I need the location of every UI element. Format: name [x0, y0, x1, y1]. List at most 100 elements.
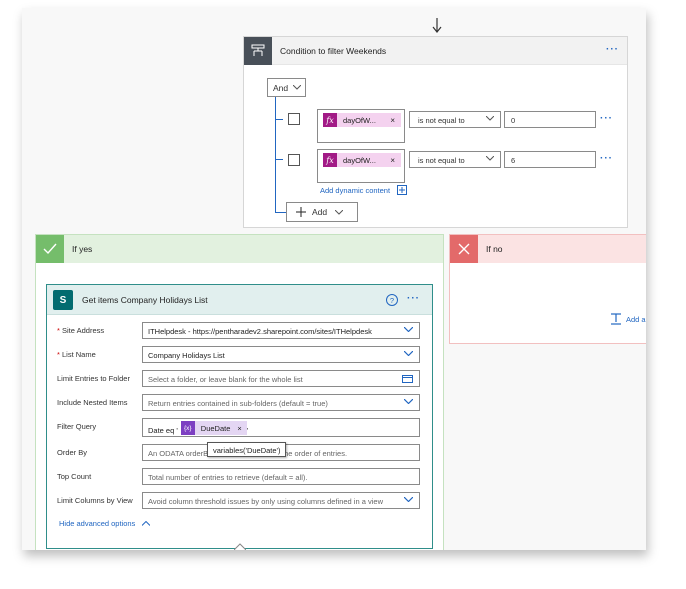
value-field[interactable]: 0 [504, 111, 596, 128]
and-operator-dropdown[interactable]: And [267, 78, 306, 97]
add-action-icon[interactable] [610, 313, 622, 325]
row-more-button[interactable]: ··· [600, 153, 613, 164]
function-icon: fx [323, 153, 337, 167]
remove-token-icon[interactable]: × [237, 424, 241, 433]
and-operator-label: And [273, 83, 289, 93]
variable-tooltip: variables('DueDate') [207, 442, 287, 457]
expression-field[interactable]: fx dayOfW... × [317, 109, 405, 143]
chevron-down-icon [404, 327, 413, 332]
order-by-label: Order By [57, 448, 88, 457]
chevron-down-icon [404, 351, 413, 356]
required-marker: * [57, 326, 60, 335]
remove-token-icon[interactable]: × [390, 156, 395, 165]
list-name-label: * List Name [57, 350, 96, 359]
chevron-up-icon [142, 520, 151, 526]
folder-icon[interactable] [402, 374, 413, 383]
if-no-branch: If no Add a [449, 234, 646, 344]
chevron-down-icon [293, 85, 301, 90]
condition-more-button[interactable]: ··· [606, 44, 619, 55]
limit-folder-label: Limit Entries to Folder [57, 374, 130, 383]
hide-advanced-options-link[interactable]: Hide advanced options [59, 519, 151, 528]
help-glyph: ? [389, 295, 395, 305]
list-name-value: Company Holidays List [148, 351, 225, 360]
comparison-dropdown[interactable]: is not equal to [409, 151, 501, 168]
filter-query-label: Filter Query [57, 422, 97, 431]
comparison-label: is not equal to [418, 156, 465, 165]
filter-query-prefix: Date eq ' [148, 425, 178, 435]
checkmark-icon [36, 235, 64, 263]
list-name-dropdown[interactable]: Company Holidays List [142, 346, 420, 363]
add-dynamic-content-link[interactable]: Add dynamic content [320, 186, 390, 195]
include-nested-label: Include Nested Items [57, 398, 128, 407]
order-by-placeholder-end: the order of entries. [282, 449, 348, 458]
get-items-more-button[interactable]: ··· [407, 293, 420, 304]
order-by-placeholder-start: An ODATA orderB [148, 449, 209, 458]
plus-icon [296, 207, 306, 217]
include-nested-dropdown[interactable]: Return entries contained in sub-folders … [142, 394, 420, 411]
condition-title: Condition to filter Weekends [280, 46, 387, 56]
if-yes-label: If yes [72, 244, 93, 254]
token-label: dayOfW... [343, 115, 376, 125]
hide-advanced-label: Hide advanced options [59, 519, 136, 528]
add-dynamic-content-icon[interactable] [397, 185, 407, 195]
comparison-label: is not equal to [418, 116, 465, 125]
filter-query-field[interactable]: Date eq ' {x} DueDate × ' [142, 418, 420, 437]
dayofweek-token[interactable]: fx dayOfW... × [323, 153, 401, 167]
site-address-label: * Site Address [57, 326, 104, 335]
add-condition-button[interactable]: Add [286, 202, 358, 222]
comparison-dropdown[interactable]: is not equal to [409, 111, 501, 128]
row-more-button[interactable]: ··· [600, 113, 613, 124]
dayofweek-token[interactable]: fx dayOfW... × [323, 113, 401, 127]
top-count-label: Top Count [57, 472, 92, 481]
filter-query-suffix: ' [246, 425, 249, 435]
remove-token-icon[interactable]: × [390, 116, 395, 125]
tree-line [275, 97, 276, 212]
if-yes-header: If yes [36, 235, 443, 263]
sharepoint-icon: S [53, 290, 73, 310]
condition-card: Condition to filter Weekends ··· And fx … [243, 36, 628, 228]
include-nested-value: Return entries contained in sub-folders … [148, 399, 328, 408]
token-label: DueDate [200, 423, 231, 433]
chevron-down-icon [335, 209, 344, 215]
chevron-down-icon [486, 156, 494, 161]
chevron-down-icon [486, 116, 494, 121]
limit-columns-value: Avoid column threshold issues by only us… [148, 497, 383, 506]
value-field[interactable]: 6 [504, 151, 596, 168]
if-no-header: If no [450, 235, 646, 263]
limit-columns-label: Limit Columns by View [57, 496, 133, 505]
tree-line [275, 159, 283, 160]
tree-line [275, 212, 286, 213]
label-text: List Name [62, 350, 96, 359]
function-icon: fx [323, 113, 337, 127]
token-label: dayOfW... [343, 155, 376, 165]
get-items-card: S Get items Company Holidays List ? ··· … [46, 284, 433, 549]
help-icon[interactable]: ? [386, 294, 398, 306]
row-checkbox[interactable] [288, 154, 300, 166]
row-checkbox[interactable] [288, 113, 300, 125]
required-marker: * [57, 350, 60, 359]
condition-header[interactable]: Condition to filter Weekends ··· [244, 37, 627, 65]
label-text: Site Address [62, 326, 105, 335]
arrow-down-icon [432, 18, 442, 33]
duedate-token[interactable]: {x} DueDate × [180, 421, 247, 435]
if-no-label: If no [486, 244, 503, 254]
flow-canvas: Condition to filter Weekends ··· And fx … [22, 8, 646, 550]
chevron-down-icon [404, 497, 413, 502]
add-action-link[interactable]: Add a [626, 315, 646, 324]
tree-line [275, 119, 283, 120]
condition-icon [244, 37, 272, 65]
close-icon [450, 235, 478, 263]
limit-folder-field[interactable]: Select a folder, or leave blank for the … [142, 370, 420, 387]
add-label: Add [312, 207, 328, 217]
site-address-value: ITHelpdesk - https://pentharadev2.sharep… [148, 327, 372, 336]
variable-icon: {x} [180, 421, 195, 435]
limit-columns-dropdown[interactable]: Avoid column threshold issues by only us… [142, 492, 420, 509]
expression-field[interactable]: fx dayOfW... × [317, 149, 405, 183]
site-address-dropdown[interactable]: ITHelpdesk - https://pentharadev2.sharep… [142, 322, 420, 339]
limit-folder-placeholder: Select a folder, or leave blank for the … [148, 375, 303, 384]
top-count-field[interactable]: Total number of entries to retrieve (def… [142, 468, 420, 485]
get-items-title: Get items Company Holidays List [82, 295, 208, 305]
get-items-header[interactable]: S Get items Company Holidays List ? ··· [47, 285, 432, 315]
chevron-down-icon [404, 399, 413, 404]
connector-icon [234, 543, 246, 550]
